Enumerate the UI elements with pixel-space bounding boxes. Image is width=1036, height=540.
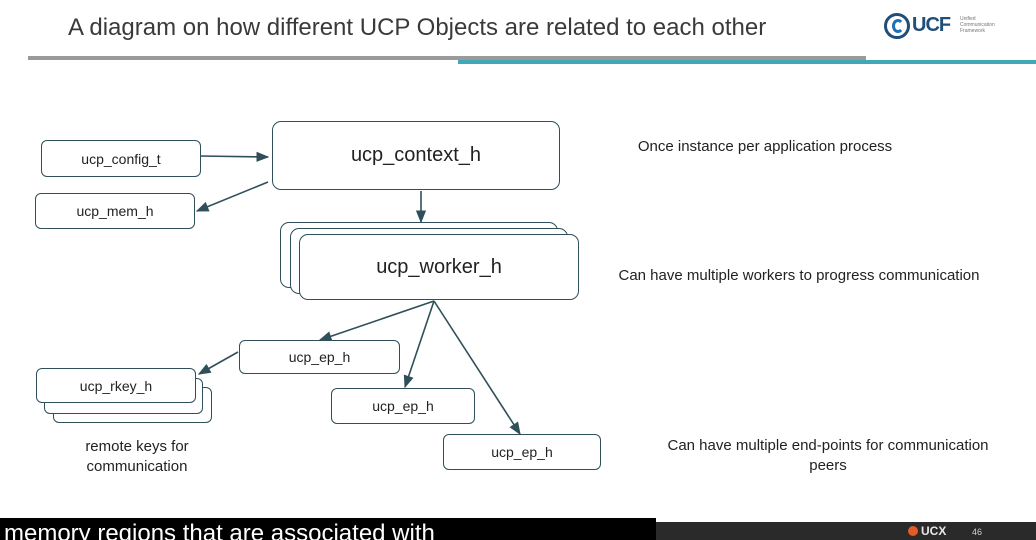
node-ucp-context: ucp_context_h [272,121,560,190]
note-endpoints: Can have multiple end-points for communi… [667,437,989,474]
node-ucp-worker: ucp_worker_h [299,234,579,300]
ucx-footer-logo: UCX [908,524,946,538]
arrow-worker-to-ep1 [318,300,435,342]
node-ucp-ep-1: ucp_ep_h [239,340,400,374]
slide: A diagram on how different UCP Objects a… [0,0,1036,522]
node-ucp-ep-3: ucp_ep_h [443,434,601,470]
arrow-context-to-mem [195,181,269,212]
node-ucp-mem: ucp_mem_h [35,193,195,229]
node-ucp-rkey: ucp_rkey_h [36,368,196,403]
note-context: Once instance per application process [637,138,893,155]
note-rkey: remote keys for communication [85,438,189,475]
ucx-logo-icon [908,526,918,536]
note-worker: Can have multiple workers to progress co… [618,267,980,284]
node-ucp-config: ucp_config_t [41,140,201,177]
video-subtitle: memory regions that are associated with [0,518,656,540]
node-ucp-ep-2: ucp_ep_h [331,388,475,424]
page-number: 46 [972,527,983,537]
arrow-config-to-context [199,151,270,162]
ucx-logo-text: UCX [921,524,947,538]
arrow-ep1-to-rkey [197,351,239,375]
arrow-worker-to-ep2 [403,300,435,389]
